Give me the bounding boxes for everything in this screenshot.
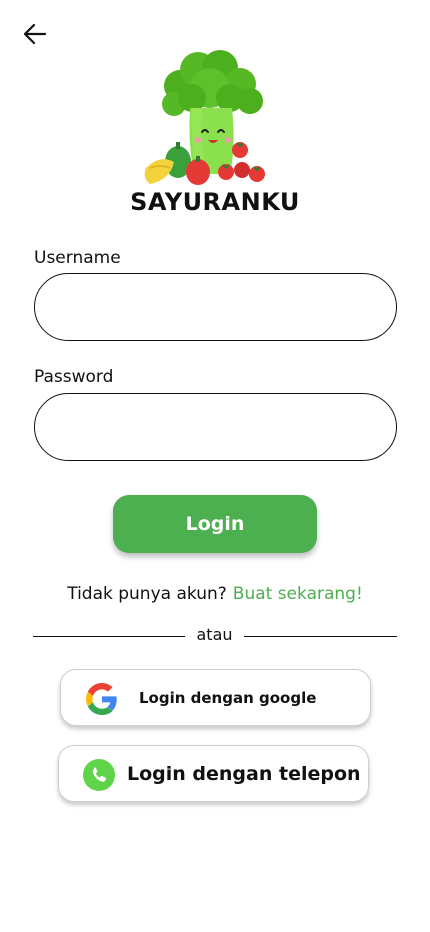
divider-text: atau [196, 625, 233, 644]
google-login-label: Login dengan google [139, 689, 317, 707]
signup-text: Tidak punya akun? [67, 584, 227, 604]
google-icon [86, 683, 117, 715]
username-label: Username [34, 248, 121, 268]
divider-line-right [244, 636, 397, 637]
app-title: SAYURANKU [130, 188, 300, 216]
phone-login-button[interactable]: Login dengan telepon [58, 745, 369, 802]
phone-login-label: Login dengan telepon [127, 763, 361, 785]
divider-line-left [33, 636, 185, 637]
broccoli-logo [144, 50, 265, 185]
signup-link[interactable]: Buat sekarang! [233, 584, 363, 604]
arrow-left-icon [23, 23, 47, 45]
password-input[interactable] [34, 393, 397, 461]
password-label: Password [34, 367, 114, 387]
google-login-button[interactable]: Login dengan google [60, 669, 371, 726]
phone-icon [83, 759, 115, 791]
login-button[interactable]: Login [113, 495, 317, 553]
username-input[interactable] [34, 273, 397, 341]
signup-row: Tidak punya akun? Buat sekarang! [0, 584, 430, 604]
back-button[interactable] [20, 20, 50, 50]
